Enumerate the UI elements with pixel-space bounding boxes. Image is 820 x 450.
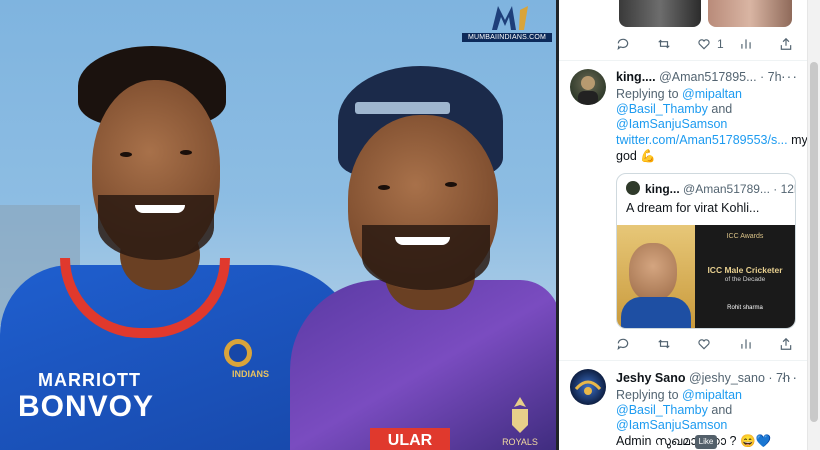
tweet-header: king.... @Aman517895... · 7h bbox=[616, 70, 782, 84]
tweet-text-line2: god 💪 bbox=[616, 149, 656, 163]
reply-button[interactable] bbox=[616, 334, 630, 354]
mi-badge-text: INDIANS bbox=[232, 369, 269, 379]
timestamp[interactable]: · 7h bbox=[760, 70, 782, 84]
retweet-button[interactable] bbox=[657, 334, 671, 354]
quote-image[interactable]: ICC Awards ICC Male Cricketer of the Dec… bbox=[617, 225, 795, 328]
replying-to-line: @Basil_Thamby and bbox=[616, 403, 732, 417]
tweet-link[interactable]: twitter.com/Aman51789553/s... bbox=[616, 133, 788, 147]
mi-website-label: MUMBAIINDIANS.COM bbox=[462, 33, 552, 42]
quote-display-name: king... bbox=[645, 182, 680, 196]
player-face bbox=[629, 243, 677, 301]
tweet-separator bbox=[559, 360, 807, 361]
share-icon bbox=[780, 37, 792, 50]
retweet-icon bbox=[658, 39, 670, 49]
and-label: and bbox=[711, 403, 733, 417]
eye bbox=[120, 152, 132, 157]
photo-pane: MARRIOTT BONVOY INDIANS ROYALS ULAR MUMB… bbox=[0, 0, 556, 450]
award-subtitle: of the Decade bbox=[724, 276, 766, 283]
heart-icon bbox=[698, 339, 710, 350]
user-handle[interactable]: @Aman517895... bbox=[659, 70, 756, 84]
tweet-separator bbox=[559, 60, 807, 61]
award-name: Rohit sharma bbox=[727, 305, 763, 311]
replying-to-line: Replying to @mipaltan bbox=[616, 87, 742, 101]
tweet-header: Jeshy Sano @jeshy_sano · 7h bbox=[616, 371, 790, 385]
share-button[interactable] bbox=[779, 334, 793, 354]
mention-link[interactable]: @Basil_Thamby bbox=[616, 403, 708, 417]
more-options-icon[interactable]: ··· bbox=[781, 369, 798, 385]
retweet-button[interactable] bbox=[657, 34, 671, 54]
tweet-text: Admin സുഖമാണോ ? 😄💙 bbox=[616, 434, 772, 448]
mention-link[interactable]: @IamSanjuSamson bbox=[616, 418, 727, 432]
mi-badge-icon: INDIANS bbox=[224, 339, 269, 379]
display-name[interactable]: king.... bbox=[616, 70, 656, 84]
share-button[interactable] bbox=[779, 34, 793, 54]
tweet-text: twitter.com/Aman51789553/s... my bbox=[616, 133, 808, 147]
award-heading: ICC Awards bbox=[726, 233, 764, 240]
reply-button[interactable] bbox=[616, 34, 630, 54]
scrollbar-thumb[interactable] bbox=[810, 62, 818, 422]
smile-right bbox=[395, 237, 450, 245]
beard-right bbox=[362, 225, 490, 290]
player-shirt bbox=[621, 297, 691, 328]
share-icon bbox=[780, 337, 792, 350]
mi-logo-icon bbox=[492, 6, 528, 30]
media-thumbnail[interactable] bbox=[619, 0, 701, 27]
quote-text: A dream for virat Kohli... bbox=[626, 201, 760, 215]
replying-to-line: @IamSanjuSamson bbox=[616, 117, 727, 131]
display-name[interactable]: Jeshy Sano bbox=[616, 371, 685, 385]
mention-link[interactable]: @mipaltan bbox=[682, 388, 742, 402]
heart-icon bbox=[698, 39, 710, 50]
like-button[interactable]: 1 bbox=[697, 34, 724, 54]
previous-tweet-media[interactable] bbox=[619, 0, 799, 28]
views-button[interactable] bbox=[739, 334, 753, 354]
replying-to-label: Replying to bbox=[616, 388, 679, 402]
replying-to-line: Replying to @mipaltan bbox=[616, 388, 742, 402]
like-button[interactable] bbox=[697, 334, 711, 354]
replying-to-line: @IamSanjuSamson bbox=[616, 418, 727, 432]
avatar[interactable] bbox=[570, 69, 606, 105]
tweet-actions: 1 bbox=[559, 34, 807, 54]
eye bbox=[180, 150, 192, 155]
rr-crest-icon: ROYALS bbox=[500, 395, 540, 450]
like-tooltip: Like bbox=[695, 435, 717, 449]
sponsor-text-1: MARRIOTT bbox=[38, 370, 141, 390]
mention-link[interactable]: @IamSanjuSamson bbox=[616, 117, 727, 131]
replying-to-line: @Basil_Thamby and bbox=[616, 102, 732, 116]
shirt-sponsor: ULAR bbox=[370, 428, 450, 450]
replying-to-label: Replying to bbox=[616, 87, 679, 101]
and-label: and bbox=[711, 102, 733, 116]
tweet-text-part: my bbox=[791, 133, 808, 147]
reply-icon bbox=[617, 338, 629, 351]
quote-timestamp: · 12h bbox=[773, 182, 795, 196]
sponsor-text-2: BONVOY bbox=[18, 390, 155, 423]
rr-crest-text: ROYALS bbox=[502, 437, 538, 447]
retweet-icon bbox=[658, 339, 670, 349]
quoted-tweet[interactable]: king... @Aman51789... · 12h A dream for … bbox=[616, 173, 796, 329]
avatar[interactable] bbox=[570, 369, 606, 405]
more-options-icon[interactable]: ··· bbox=[781, 68, 798, 84]
eye bbox=[378, 185, 390, 190]
mention-link[interactable]: @Basil_Thamby bbox=[616, 102, 708, 116]
like-count: 1 bbox=[717, 37, 724, 51]
award-card: ICC Awards ICC Male Cricketer of the Dec… bbox=[695, 225, 795, 328]
quote-avatar bbox=[626, 181, 640, 195]
media-thumbnail[interactable] bbox=[708, 0, 792, 27]
views-icon bbox=[741, 339, 751, 349]
cap-strap bbox=[355, 102, 450, 114]
reply-icon bbox=[617, 38, 629, 51]
user-handle[interactable]: @jeshy_sano bbox=[689, 371, 765, 385]
views-icon bbox=[741, 39, 751, 49]
quote-header: king... @Aman51789... · 12h bbox=[645, 182, 795, 196]
tweet-actions bbox=[559, 334, 807, 354]
eye bbox=[445, 182, 457, 187]
smile-left bbox=[135, 205, 185, 213]
views-button[interactable] bbox=[739, 34, 753, 54]
mention-link[interactable]: @mipaltan bbox=[682, 87, 742, 101]
quote-handle: @Aman51789... bbox=[683, 182, 770, 196]
award-title: ICC Male Cricketer bbox=[707, 265, 783, 275]
